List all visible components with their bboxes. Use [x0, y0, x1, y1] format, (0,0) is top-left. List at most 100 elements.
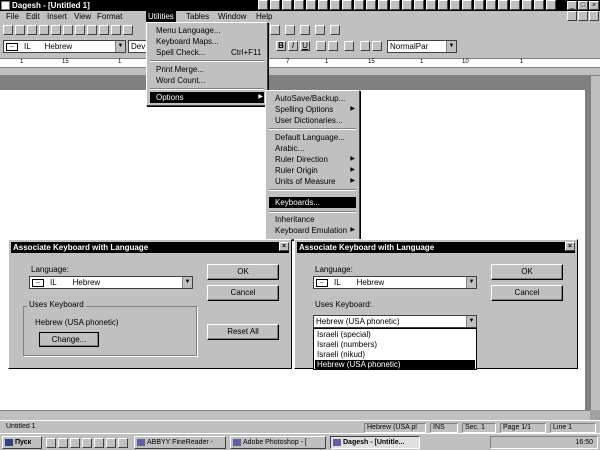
new-icon[interactable] [3, 25, 13, 35]
ok-button[interactable]: OK [491, 264, 563, 280]
task-photoshop[interactable]: Adobe Photoshop - [ [230, 436, 326, 449]
horizontal-scrollbar[interactable] [0, 410, 590, 420]
keyboard-option[interactable]: Israeli (nikud) [315, 350, 475, 360]
font-size-icon[interactable] [285, 25, 295, 35]
menu-insert[interactable]: Insert [47, 11, 67, 22]
menu-item-units-of-measure[interactable]: Units of Measure [269, 176, 356, 187]
menu-item-inheritance[interactable]: Inheritance [269, 214, 356, 225]
tool-icon[interactable] [342, 0, 352, 10]
maximize-button[interactable]: □ [578, 1, 588, 10]
menu-utilities[interactable]: Utilities [146, 11, 176, 22]
spell-icon[interactable] [63, 25, 73, 35]
close-icon[interactable]: × [565, 242, 575, 251]
quicklaunch-icon[interactable] [70, 438, 80, 448]
font-select[interactable]: Dev [128, 40, 148, 53]
style-select[interactable]: NormalPar ▼ [387, 40, 457, 53]
task-abbyy[interactable]: ABBYY FineReader - [134, 436, 226, 449]
reset-all-button[interactable]: Reset All [207, 324, 279, 340]
menu-item-options[interactable]: Options [150, 92, 264, 103]
chevron-down-icon[interactable]: ▼ [466, 316, 476, 327]
tool-icon[interactable] [438, 0, 448, 10]
keyboard-option[interactable]: Israeli (special) [315, 330, 475, 340]
menu-tables[interactable]: Tables [186, 11, 209, 22]
font-size-icon[interactable] [270, 25, 280, 35]
menu-item-menu-language[interactable]: Menu Language... [150, 25, 264, 36]
menu-item-keyboards[interactable]: Keyboards... [269, 197, 356, 208]
cancel-button[interactable]: Cancel [491, 285, 563, 301]
keyboard-option-selected[interactable]: Hebrew (USA phonetic) [315, 360, 475, 370]
tool-icon[interactable] [354, 0, 364, 10]
underline-button[interactable]: U [300, 41, 310, 51]
tool-icon[interactable] [426, 0, 436, 10]
tool-icon[interactable] [378, 0, 388, 10]
doc-minimize-button[interactable] [567, 11, 577, 21]
task-dagesh[interactable]: Dagesh - [Untitle... [330, 436, 420, 449]
copy-icon[interactable] [87, 25, 97, 35]
tool-icon[interactable] [318, 0, 328, 10]
keyboard-option[interactable]: Israeli (numbers) [315, 340, 475, 350]
menu-item-keyboard-maps[interactable]: Keyboard Maps... [150, 36, 264, 47]
tool-icon[interactable] [306, 0, 316, 10]
tool-icon[interactable] [546, 0, 556, 10]
tool-icon[interactable] [498, 0, 508, 10]
tool-icon[interactable] [486, 0, 496, 10]
preview-icon[interactable] [51, 25, 61, 35]
tool-icon[interactable] [366, 0, 376, 10]
menu-help[interactable]: Help [256, 11, 272, 22]
tool-icon[interactable] [402, 0, 412, 10]
menu-item-spelling-options[interactable]: Spelling Options [269, 104, 356, 115]
undo-icon[interactable] [111, 25, 121, 35]
tool-icon[interactable] [414, 0, 424, 10]
help-icon[interactable] [330, 25, 340, 35]
tool-icon[interactable] [330, 0, 340, 10]
align-right-icon[interactable] [328, 41, 338, 51]
justify-icon[interactable] [360, 41, 370, 51]
menu-item-keyboard-emulation[interactable]: Keyboard Emulation [269, 225, 356, 236]
menu-format[interactable]: Format [97, 11, 122, 22]
cancel-button[interactable]: Cancel [207, 285, 279, 301]
tool-icon[interactable] [450, 0, 460, 10]
language-combo[interactable]: ⇔ IL Hebrew ▼ [29, 276, 193, 289]
italic-button[interactable]: I [288, 41, 298, 51]
start-button[interactable]: Пуск [2, 436, 42, 449]
menu-item-user-dictionaries[interactable]: User Dictionaries... [269, 115, 356, 126]
vertical-scrollbar[interactable] [590, 76, 600, 410]
para-icon[interactable] [372, 41, 382, 51]
bold-button[interactable]: B [276, 41, 286, 51]
menu-file[interactable]: File [6, 11, 19, 22]
redo-icon[interactable] [123, 25, 133, 35]
paste-icon[interactable] [99, 25, 109, 35]
chevron-down-icon[interactable]: ▼ [466, 277, 476, 288]
tool-icon[interactable] [258, 0, 268, 10]
align-left-icon[interactable] [316, 41, 326, 51]
tool-icon[interactable] [462, 0, 472, 10]
menu-item-ruler-origin[interactable]: Ruler Origin [269, 165, 356, 176]
print-icon[interactable] [39, 25, 49, 35]
tool-icon[interactable] [270, 0, 280, 10]
doc-restore-button[interactable] [578, 11, 588, 21]
quicklaunch-icon[interactable] [118, 438, 128, 448]
chevron-down-icon[interactable]: ▼ [446, 41, 456, 52]
tool-icon[interactable] [534, 0, 544, 10]
chevron-down-icon[interactable]: ▼ [182, 277, 192, 288]
keyboard-combo[interactable]: Hebrew (USA phonetic) ▼ [313, 315, 477, 328]
tool-icon[interactable] [474, 0, 484, 10]
close-button[interactable]: × [589, 1, 599, 10]
language-select[interactable]: ⇔ IL Hebrew ▼ [3, 40, 126, 53]
menu-edit[interactable]: Edit [26, 11, 40, 22]
menu-item-default-language[interactable]: Default Language... [269, 132, 356, 143]
chevron-down-icon[interactable]: ▼ [115, 41, 125, 52]
cut-icon[interactable] [75, 25, 85, 35]
quicklaunch-icon[interactable] [58, 438, 68, 448]
menu-item-ruler-direction[interactable]: Ruler Direction [269, 154, 356, 165]
menu-item-autosave[interactable]: AutoSave/Backup... [269, 93, 356, 104]
quicklaunch-icon[interactable] [46, 438, 56, 448]
language-combo[interactable]: ⇔ IL Hebrew ▼ [313, 276, 477, 289]
tool-icon[interactable] [390, 0, 400, 10]
tool-icon[interactable] [522, 0, 532, 10]
tool-icon[interactable] [294, 0, 304, 10]
tool-icon[interactable] [510, 0, 520, 10]
align-center-icon[interactable] [344, 41, 354, 51]
tool-icon[interactable] [282, 0, 292, 10]
menu-window[interactable]: Window [218, 11, 246, 22]
